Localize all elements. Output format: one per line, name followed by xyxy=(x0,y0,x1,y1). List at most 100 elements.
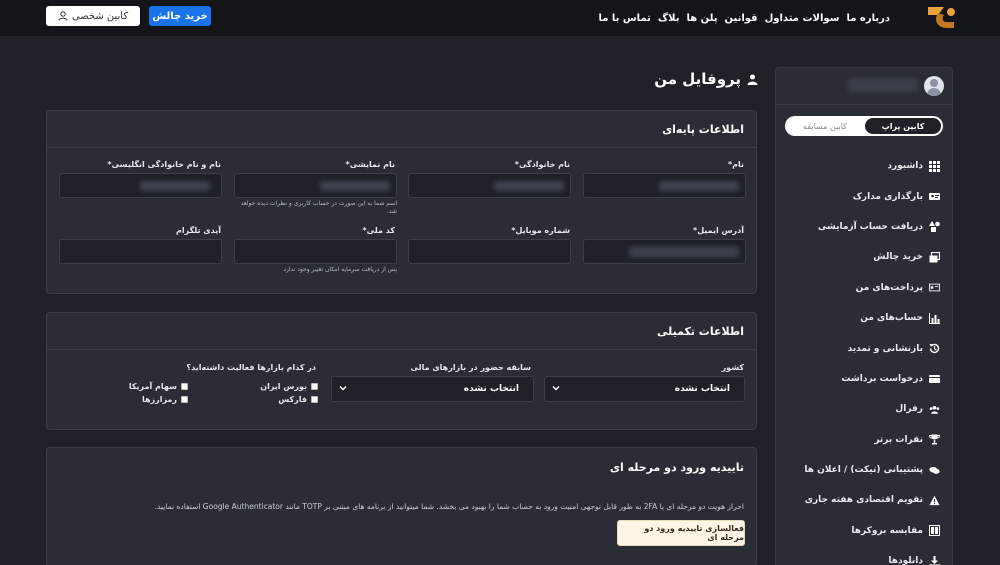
sidebar-item-label: درخواست برداشت xyxy=(841,373,923,384)
sidebar-item-referral[interactable]: رفرال xyxy=(785,394,940,424)
display-name-field[interactable] xyxy=(234,173,397,198)
sidebar-item-support[interactable]: پشتیبانی (تیکت) / اعلان ها xyxy=(785,455,940,485)
nav-link-faq[interactable]: سوالات متداول xyxy=(765,13,840,24)
two-factor-description: احراز هویت دو مرحله ای یا 2FA به طور قاب… xyxy=(154,502,744,511)
mobile-label: شماره موبایل* xyxy=(511,226,570,235)
user-name-blurred xyxy=(848,78,918,92)
windows-icon xyxy=(929,251,940,263)
warning-icon xyxy=(929,495,940,506)
user-icon xyxy=(58,11,68,21)
english-name-label: نام و نام خانوادگی انگلیسی* xyxy=(107,160,221,169)
sidebar-item-label: پرداخت‌های من xyxy=(855,282,923,293)
page-title: پروفایل من xyxy=(654,70,758,88)
toggle-prop-cabin[interactable]: کابین پراپ xyxy=(865,118,941,134)
sidebar-item-accounts[interactable]: حساب‌های من xyxy=(785,303,940,333)
page-title-text: پروفایل من xyxy=(654,70,741,88)
history-icon xyxy=(929,343,940,354)
brand-logo[interactable] xyxy=(924,3,960,31)
personal-cabin-label: کابین شخصی xyxy=(71,10,129,22)
checkbox-label: فارکس xyxy=(278,395,307,404)
shapes-icon xyxy=(929,221,940,233)
sidebar-item-reset-renew[interactable]: بازنشانی و تمدید xyxy=(785,333,940,363)
telegram-label: آیدی تلگرام xyxy=(176,226,221,235)
experience-select[interactable]: انتخاب نشده xyxy=(331,376,534,402)
country-select[interactable]: انتخاب نشده xyxy=(544,376,745,402)
chevron-down-icon xyxy=(339,386,347,391)
country-label: کشور xyxy=(721,363,744,372)
sidebar-item-label: بارگذاری مدارک xyxy=(852,191,923,202)
display-name-label: نام نمایشی* xyxy=(345,160,395,169)
experience-select-value: انتخاب نشده xyxy=(463,384,519,394)
basic-info-card: اطلاعات پایه‌ای نام* نام خانوادگی* نام ن… xyxy=(46,110,757,294)
enable-2fa-button[interactable]: فعالسازی تاییدیه ورود دو مرحله ای xyxy=(617,520,745,546)
sidebar-item-buy-challenge[interactable]: خرید چالش xyxy=(785,242,940,272)
market-checkbox-forex[interactable]: فارکس xyxy=(278,395,318,404)
download-icon xyxy=(929,555,940,565)
toggle-contest-cabin[interactable]: کابین مسابقه xyxy=(787,118,863,134)
nav-link-about[interactable]: درباره ما xyxy=(847,13,891,24)
mobile-field[interactable] xyxy=(408,239,571,264)
extra-info-title: اطلاعات تکمیلی xyxy=(656,325,744,338)
sidebar-item-label: تقویم اقتصادی هفته جاری xyxy=(804,495,923,506)
sidebar-item-demo-account[interactable]: دریافت حساب آزمایشی xyxy=(785,212,940,242)
sidebar-item-label: پشتیبانی (تیکت) / اعلان ها xyxy=(804,465,923,476)
first-name-field[interactable] xyxy=(583,173,746,198)
checkbox-label: رمزارزها xyxy=(141,395,177,404)
compare-icon xyxy=(929,525,940,537)
nav-link-contact[interactable]: تماس با ما xyxy=(598,13,650,24)
market-checkbox-us-stocks[interactable]: سهام آمریکا xyxy=(129,382,188,391)
sidebar-menu: داشبورد بارگذاری مدارک دریافت حساب آزمای… xyxy=(785,151,940,565)
sidebar-item-label: نفرات برتر xyxy=(874,434,923,445)
checkbox[interactable] xyxy=(181,383,188,390)
email-field[interactable] xyxy=(583,239,746,264)
sidebar-item-label: رفرال xyxy=(895,404,923,415)
email-label: آدرس ایمیل* xyxy=(693,226,744,235)
checkbox-label: سهام آمریکا xyxy=(128,382,177,391)
sidebar-item-payments[interactable]: پرداخت‌های من xyxy=(785,273,940,303)
checkbox[interactable] xyxy=(181,396,188,403)
sidebar-item-label: دریافت حساب آزمایشی xyxy=(817,221,923,232)
english-name-field[interactable] xyxy=(59,173,222,198)
sidebar-item-economic-calendar[interactable]: تقویم اقتصادی هفته جاری xyxy=(785,485,940,515)
first-name-label: نام* xyxy=(727,160,744,169)
last-name-label: نام خانوادگی* xyxy=(514,160,570,169)
sidebar-item-withdraw[interactable]: درخواست برداشت xyxy=(785,364,940,394)
sidebar-item-dashboard[interactable]: داشبورد xyxy=(785,151,940,181)
id-card-icon xyxy=(929,193,940,201)
sidebar-item-broker-compare[interactable]: مقایسه بروکرها xyxy=(785,516,940,546)
user-icon xyxy=(747,74,758,85)
nav-link-plans[interactable]: پلن ها xyxy=(687,13,718,24)
telegram-field[interactable] xyxy=(59,239,222,264)
wallet-icon xyxy=(929,375,940,384)
last-name-field[interactable] xyxy=(408,173,571,198)
cabin-toggle: کابین پراپ کابین مسابقه xyxy=(785,116,943,136)
experience-label: سابقه حضور در بازارهای مالی xyxy=(410,363,531,372)
sidebar-item-label: بازنشانی و تمدید xyxy=(847,343,923,354)
checkbox-label: بورس ایران xyxy=(260,382,307,391)
buy-challenge-button[interactable]: خرید چالش xyxy=(149,6,211,26)
chevron-down-icon xyxy=(552,386,560,391)
markets-label: در کدام بازارها فعالیت داشته‌اید؟ xyxy=(186,363,316,372)
nav-link-blog[interactable]: بلاگ xyxy=(658,13,680,24)
personal-cabin-button[interactable]: کابین شخصی xyxy=(46,6,140,26)
sidebar-item-top-traders[interactable]: نفرات برتر xyxy=(785,425,940,455)
card-divider xyxy=(47,349,756,350)
sidebar-item-downloads[interactable]: دانلودها xyxy=(785,546,940,565)
nav-link-rules[interactable]: قوانین xyxy=(725,13,758,24)
national-code-field[interactable] xyxy=(234,239,397,264)
avatar[interactable] xyxy=(924,76,944,96)
display-name-hint: اسم شما به این صورت در حساب کاربری و نظر… xyxy=(240,200,397,215)
top-bar: درباره ما سوالات متداول قوانین پلن ها بل… xyxy=(0,0,1000,36)
sidebar-item-label: حساب‌های من xyxy=(860,313,923,324)
chat-icon xyxy=(929,466,940,474)
checkbox[interactable] xyxy=(311,396,318,403)
checkbox[interactable] xyxy=(311,383,318,390)
extra-info-card: اطلاعات تکمیلی کشور انتخاب نشده سابقه حض… xyxy=(46,312,757,430)
grid-icon xyxy=(929,160,940,172)
two-factor-title: تاییدیه ورود دو مرحله ای xyxy=(609,461,744,474)
sidebar-item-documents[interactable]: بارگذاری مدارک xyxy=(785,181,940,211)
market-checkbox-iran-stock[interactable]: بورس ایران xyxy=(260,382,318,391)
sidebar: کابین پراپ کابین مسابقه داشبورد بارگذاری… xyxy=(775,67,953,565)
sidebar-item-label: دانلودها xyxy=(888,556,923,565)
market-checkbox-crypto[interactable]: رمزارزها xyxy=(142,395,188,404)
